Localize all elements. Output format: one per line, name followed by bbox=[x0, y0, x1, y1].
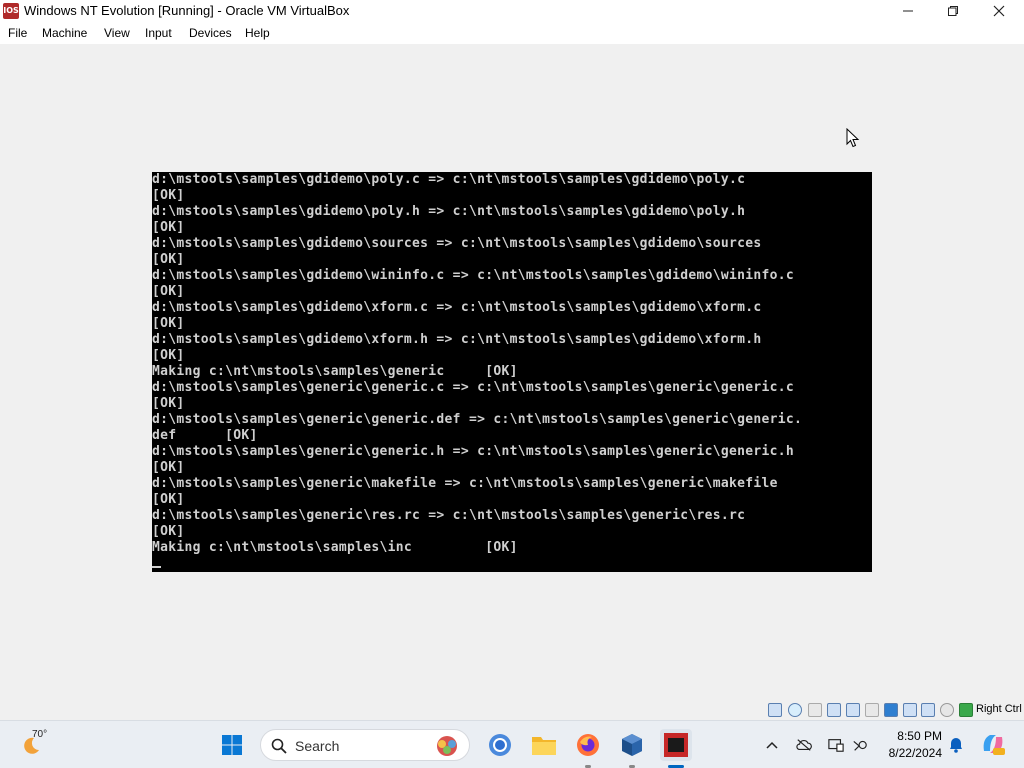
dos-app-button[interactable] bbox=[660, 729, 692, 761]
display-tray-icon[interactable] bbox=[828, 737, 844, 753]
vm-console-screen[interactable]: d:\mstools\samples\gdidemo\poly.c => c:\… bbox=[152, 172, 872, 572]
maximize-icon bbox=[948, 6, 958, 16]
clock-time[interactable]: 8:50 PM bbox=[880, 729, 942, 743]
minimize-button[interactable] bbox=[885, 0, 931, 22]
search-placeholder: Search bbox=[295, 738, 340, 754]
show-hidden-icons-chevron-icon[interactable] bbox=[764, 737, 780, 753]
clock-date[interactable]: 8/22/2024 bbox=[870, 746, 942, 760]
chrome-icon bbox=[489, 734, 511, 756]
menu-input[interactable]: Input bbox=[145, 26, 172, 40]
text-cursor bbox=[152, 566, 161, 568]
file-explorer-button[interactable] bbox=[528, 729, 560, 761]
recording-icon[interactable] bbox=[903, 703, 917, 717]
search-highlight-icon bbox=[437, 736, 457, 756]
console-line: d:\mstools\samples\generic\res.rc => c:\… bbox=[152, 508, 746, 523]
mouse-pointer-icon bbox=[846, 128, 860, 148]
console-line: [OK] bbox=[152, 348, 185, 363]
console-line: [OK] bbox=[152, 396, 185, 411]
search-icon bbox=[271, 738, 287, 754]
menu-bar: File Machine View Input Devices Help bbox=[0, 22, 1024, 44]
menu-machine[interactable]: Machine bbox=[42, 26, 87, 40]
title-bar: IOS Windows NT Evolution [Running] - Ora… bbox=[0, 0, 1024, 22]
minimize-icon bbox=[903, 10, 913, 12]
audio-icon[interactable] bbox=[808, 703, 822, 717]
chrome-button[interactable] bbox=[484, 729, 516, 761]
console-line: [OK] bbox=[152, 524, 185, 539]
virtualbox-icon bbox=[622, 734, 642, 756]
console-line: Making c:\nt\mstools\samples\generic [OK… bbox=[152, 364, 518, 379]
accessibility-icon[interactable] bbox=[852, 737, 868, 753]
console-line: d:\mstools\samples\gdidemo\xform.h => c:… bbox=[152, 332, 762, 347]
host-key-label[interactable]: Right Ctrl bbox=[976, 703, 1022, 715]
display-icon[interactable] bbox=[884, 703, 898, 717]
menu-view[interactable]: View bbox=[104, 26, 130, 40]
console-line: [OK] bbox=[152, 492, 185, 507]
console-line: [OK] bbox=[152, 220, 185, 235]
dos-app-icon bbox=[664, 733, 688, 757]
search-box[interactable]: Search bbox=[260, 729, 470, 761]
console-line: [OK] bbox=[152, 284, 185, 299]
console-line: def [OK] bbox=[152, 428, 258, 443]
console-line: [OK] bbox=[152, 252, 185, 267]
firefox-button[interactable] bbox=[572, 729, 604, 761]
taskbar: 70° Search 8:50 PM 8/22/2024 bbox=[0, 720, 1024, 768]
virtualbox-app-icon[interactable]: IOS bbox=[3, 3, 19, 19]
console-line: d:\mstools\samples\gdidemo\wininfo.c => … bbox=[152, 268, 795, 283]
console-line: d:\mstools\samples\generic\makefile => c… bbox=[152, 476, 778, 491]
clipboard-icon[interactable] bbox=[921, 703, 935, 717]
mouse-integration-icon[interactable] bbox=[940, 703, 954, 717]
close-button[interactable] bbox=[976, 0, 1022, 22]
close-icon bbox=[993, 5, 1005, 17]
console-line: [OK] bbox=[152, 188, 185, 203]
virtualbox-button[interactable] bbox=[616, 729, 648, 761]
cpu-icon[interactable] bbox=[959, 703, 973, 717]
shared-folder-icon[interactable] bbox=[865, 703, 879, 717]
console-line: d:\mstools\samples\generic\generic.def =… bbox=[152, 412, 803, 427]
firefox-icon bbox=[577, 734, 599, 756]
menu-devices[interactable]: Devices bbox=[189, 26, 232, 40]
menu-file[interactable]: File bbox=[8, 26, 27, 40]
network-icon[interactable] bbox=[827, 703, 841, 717]
start-button[interactable] bbox=[216, 729, 248, 761]
usb-icon[interactable] bbox=[846, 703, 860, 717]
hard-disk-icon[interactable] bbox=[768, 703, 782, 717]
notification-bell-icon[interactable] bbox=[948, 737, 964, 753]
console-line: d:\mstools\samples\generic\generic.c => … bbox=[152, 380, 795, 395]
optical-drive-icon[interactable] bbox=[788, 703, 802, 717]
window-title: Windows NT Evolution [Running] - Oracle … bbox=[24, 3, 350, 18]
console-line: [OK] bbox=[152, 460, 185, 475]
windows-logo-icon bbox=[222, 735, 242, 755]
console-line: d:\mstools\samples\gdidemo\xform.c => c:… bbox=[152, 300, 762, 315]
copilot-icon[interactable] bbox=[980, 731, 1006, 757]
console-line: [OK] bbox=[152, 316, 185, 331]
weather-moon-icon[interactable] bbox=[20, 735, 42, 757]
console-line: d:\mstools\samples\gdidemo\poly.c => c:\… bbox=[152, 172, 746, 187]
console-line: Making c:\nt\mstools\samples\inc [OK] bbox=[152, 540, 518, 555]
console-line: d:\mstools\samples\generic\generic.h => … bbox=[152, 444, 795, 459]
console-line: d:\mstools\samples\gdidemo\sources => c:… bbox=[152, 236, 762, 251]
maximize-button[interactable] bbox=[930, 0, 976, 22]
console-line: d:\mstools\samples\gdidemo\poly.h => c:\… bbox=[152, 204, 746, 219]
vm-status-bar: Right Ctrl bbox=[0, 700, 1024, 720]
onedrive-icon[interactable] bbox=[796, 737, 812, 753]
file-explorer-icon bbox=[532, 737, 556, 755]
menu-help[interactable]: Help bbox=[245, 26, 270, 40]
